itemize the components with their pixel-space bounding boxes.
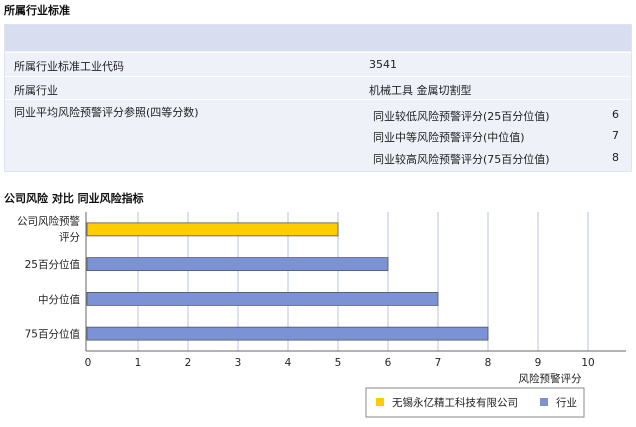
bar-4 [86, 326, 489, 341]
x-tick-label: 10 [581, 357, 594, 369]
x-tick-label: 9 [535, 357, 542, 369]
legend-swatch-company [376, 398, 384, 406]
category-label: 中分位值 [38, 293, 80, 306]
x-tick-label: 7 [435, 357, 442, 369]
category-label: 75百分位值 [25, 328, 81, 341]
x-tick-label: 6 [385, 357, 392, 369]
x-tick-label: 4 [285, 357, 292, 369]
x-axis-label: 风险预警评分 [519, 372, 582, 385]
bar-3 [86, 291, 439, 306]
x-tick-label: 0 [85, 357, 92, 369]
category-label: 公司风险预警评分 [17, 214, 80, 243]
category-label: 25百分位值 [25, 258, 81, 271]
x-tick-label: 1 [135, 357, 142, 369]
bar-1 [86, 222, 339, 237]
risk-comparison-chart: 公司风险预警评分 25百分位值中分位值 75百分位值 0 1 2 3 4 5 6 7 8 9 10 风险预警… [17, 212, 626, 418]
x-tick-label: 5 [335, 357, 342, 369]
bar-2 [86, 257, 389, 272]
legend-label-industry: 行业 [556, 396, 577, 409]
x-tick-label: 2 [185, 357, 192, 369]
legend-label-company: 无锡永亿精工科技有限公司 [392, 396, 518, 409]
x-tick-label: 8 [485, 357, 492, 369]
legend-swatch-industry [540, 398, 548, 406]
x-tick-label: 3 [235, 357, 242, 369]
